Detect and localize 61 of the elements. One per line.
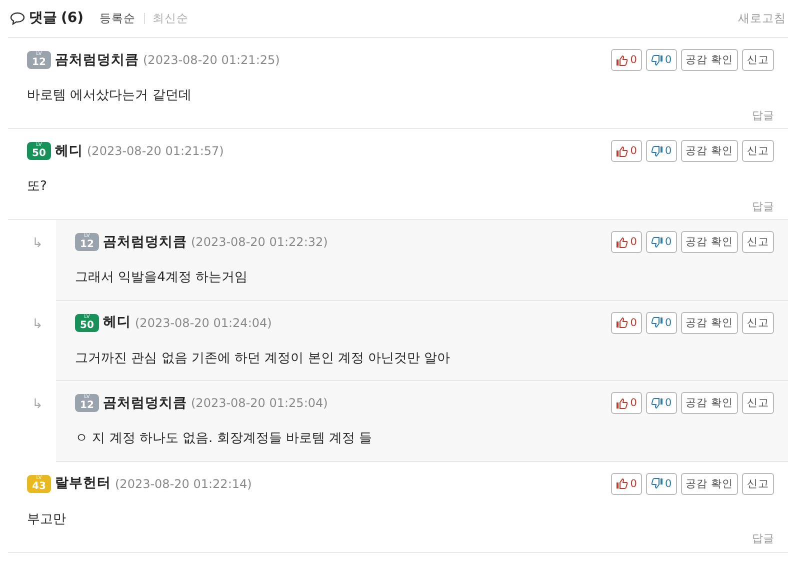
empathy-button[interactable]: 공감 확인 xyxy=(680,312,738,334)
like-button[interactable]: 0 xyxy=(611,49,642,71)
like-button[interactable]: 0 xyxy=(611,231,642,253)
comment-text: 부고만 xyxy=(27,510,67,528)
reply-arrow: ↳ xyxy=(32,397,43,412)
author-name[interactable]: 곰처럼덩치큼 xyxy=(103,392,187,414)
thumbs-down-icon xyxy=(650,146,663,156)
like-button[interactable]: 0 xyxy=(611,312,642,334)
report-button[interactable]: 신고 xyxy=(742,312,774,334)
comments-title: 댓글 xyxy=(29,9,57,28)
report-button[interactable]: 신고 xyxy=(742,49,774,71)
comment-text: 또? xyxy=(27,178,48,196)
report-button[interactable]: 신고 xyxy=(742,140,774,162)
dislike-button[interactable]: 0 xyxy=(646,472,677,494)
author-name[interactable]: 헤디 xyxy=(55,140,83,162)
thumbs-down-icon xyxy=(650,54,663,66)
author-name[interactable]: 헤디 xyxy=(103,312,131,333)
comment-text: 그거까진 관심 없음 기존에 하던 계정이 본인 계정 아닌것만 알아 xyxy=(75,350,452,368)
thumbs-down-icon xyxy=(650,317,663,328)
comment-text: 그래서 익발을4계정 하는거임 xyxy=(75,269,249,287)
empathy-button[interactable]: 공감 확인 xyxy=(680,231,738,253)
reply-arrow: ↳ xyxy=(32,236,43,251)
report-button[interactable]: 신고 xyxy=(742,472,774,494)
reply-arrow: ↳ xyxy=(32,316,43,332)
comment-text: 바로템 에서샀다는거 같던데 xyxy=(27,87,192,105)
thumbs-up-icon xyxy=(616,478,628,489)
empathy-button[interactable]: 공감 확인 xyxy=(680,472,738,494)
thumbs-down-icon xyxy=(650,478,663,489)
dislike-button[interactable]: 0 xyxy=(646,231,677,253)
comment-time: (2023-08-20 01:25:04) xyxy=(191,395,328,412)
thumbs-up-icon xyxy=(616,236,628,248)
empathy-button[interactable]: 공감 확인 xyxy=(680,49,738,71)
comment-text: ㅇ 지 계정 하나도 없음. 회장계정들 바로템 계정 들 xyxy=(75,430,374,448)
report-button[interactable]: 신고 xyxy=(742,231,774,253)
comment-time: (2023-08-20 01:21:57) xyxy=(87,143,224,160)
comment-time: (2023-08-20 01:22:32) xyxy=(191,234,328,251)
dislike-button[interactable]: 0 xyxy=(646,140,677,162)
like-button[interactable]: 0 xyxy=(611,140,642,162)
thumbs-down-icon xyxy=(650,236,663,248)
empathy-button[interactable]: 공감 확인 xyxy=(680,392,738,414)
author-name[interactable]: 곰처럼덩치큼 xyxy=(55,50,139,70)
comment-time: (2023-08-20 01:24:04) xyxy=(135,314,272,332)
thumbs-up-icon xyxy=(616,317,628,328)
thumbs-up-icon xyxy=(616,398,628,408)
comment-time: (2023-08-20 01:21:25) xyxy=(143,52,280,69)
author-name[interactable]: 곰처럼덩치큼 xyxy=(103,232,187,252)
dislike-button[interactable]: 0 xyxy=(646,392,677,414)
comment-count: (6) xyxy=(61,9,84,28)
empathy-button[interactable]: 공감 확인 xyxy=(680,140,738,162)
thumbs-down-icon xyxy=(650,398,663,408)
thumbs-up-icon xyxy=(616,146,628,156)
dislike-button[interactable]: 0 xyxy=(646,312,677,334)
like-button[interactable]: 0 xyxy=(611,472,642,494)
author-name[interactable]: 랄부헌터 xyxy=(55,473,111,494)
sort-option[interactable]: 등록순 xyxy=(100,10,136,28)
report-button[interactable]: 신고 xyxy=(742,392,774,414)
like-button[interactable]: 0 xyxy=(611,392,642,414)
thumbs-up-icon xyxy=(616,54,628,66)
dislike-button[interactable]: 0 xyxy=(646,49,677,71)
comment-time: (2023-08-20 01:22:14) xyxy=(115,476,252,492)
speech-bubble-icon xyxy=(10,12,25,25)
